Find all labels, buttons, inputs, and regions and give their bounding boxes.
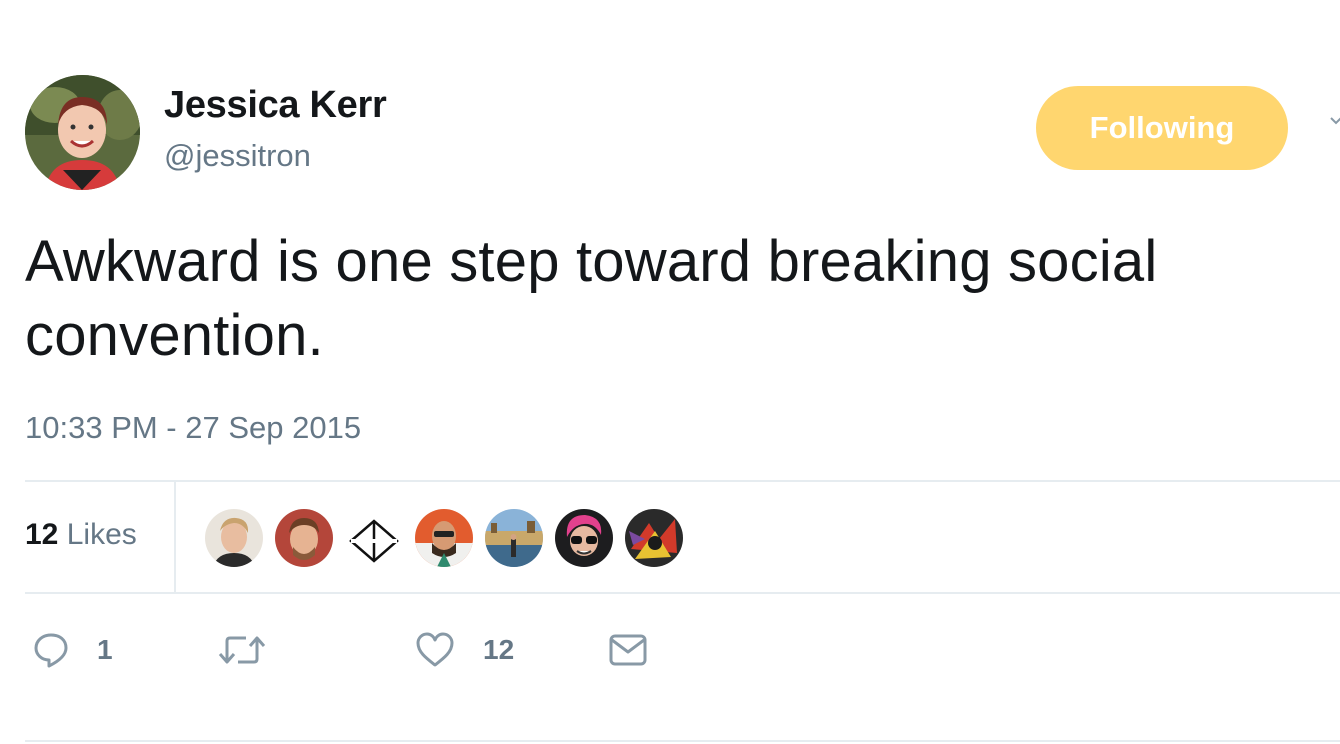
divider-bottom <box>25 592 1340 594</box>
tweet-text: Awkward is one step toward breaking soci… <box>25 229 1158 368</box>
stats-row: 12 Likes <box>25 482 1340 594</box>
liker-avatar-6[interactable] <box>555 509 613 567</box>
author-avatar[interactable] <box>25 75 140 190</box>
likes-label: Likes <box>66 518 137 551</box>
tweet-timestamp[interactable]: 10:33 PM - 27 Sep 2015 <box>25 410 361 446</box>
retweet-icon <box>218 632 266 668</box>
heart-icon <box>415 632 455 668</box>
liker-avatar-3[interactable] <box>345 509 403 567</box>
author-handle[interactable]: @jessitron <box>164 138 311 174</box>
following-button[interactable]: Following <box>1036 86 1288 170</box>
liker-avatar-2[interactable] <box>275 509 333 567</box>
reply-icon <box>33 632 69 668</box>
reply-button[interactable]: 1 <box>33 620 113 680</box>
stats-separator <box>174 482 176 594</box>
divider-footer <box>25 740 1340 742</box>
liker-avatar-7[interactable] <box>625 509 683 567</box>
retweet-button[interactable] <box>218 620 266 680</box>
like-button[interactable]: 12 <box>415 620 514 680</box>
author-name[interactable]: Jessica Kerr <box>164 84 387 127</box>
action-bar: 1 12 <box>25 620 725 680</box>
direct-message-button[interactable] <box>608 620 648 680</box>
liker-avatar-5[interactable] <box>485 509 543 567</box>
like-count: 12 <box>483 634 515 665</box>
liker-avatar-1[interactable] <box>205 509 263 567</box>
likes-stat[interactable]: 12 Likes <box>25 518 137 552</box>
reply-count: 1 <box>97 634 113 665</box>
envelope-icon <box>608 632 648 668</box>
chevron-down-icon[interactable] <box>1330 114 1340 126</box>
likes-count: 12 <box>25 518 59 551</box>
liker-avatar-4[interactable] <box>415 509 473 567</box>
